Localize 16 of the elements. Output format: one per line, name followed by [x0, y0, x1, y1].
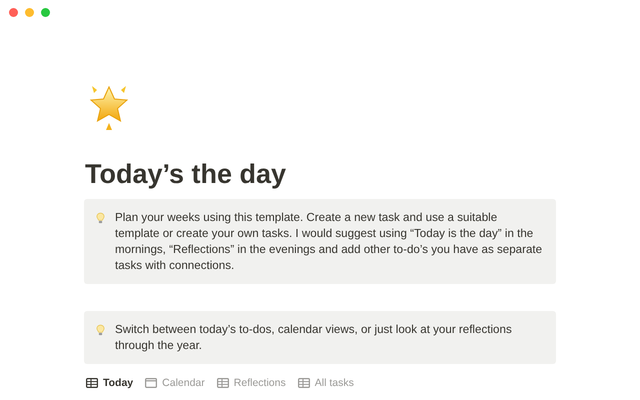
- lightbulb-icon: [96, 324, 105, 337]
- view-tab[interactable]: Today: [84, 374, 136, 392]
- page-title: Today’s the day: [85, 158, 288, 191]
- table-icon: [86, 378, 98, 388]
- calendar-icon: [145, 378, 158, 388]
- table-icon: [216, 378, 229, 388]
- window-button[interactable]: [9, 8, 18, 17]
- callout-text: Plan your weeks using this template. Create a new task and use a suitable template or create your own tasks. I would suggest using “Today is the day” in the mornings, “Reflections” in the evenings and add other to-do’s you have as separate tasks with connections.: [115, 210, 544, 274]
- window-button[interactable]: [25, 8, 34, 17]
- window-button[interactable]: [41, 8, 50, 17]
- lightbulb-icon: [96, 212, 105, 225]
- view-tab[interactable]: All tasks: [296, 374, 356, 392]
- callout-text: Switch between today’s to-dos, calendar views, or just look at your reflections through the year.: [115, 322, 513, 354]
- table-icon: [298, 378, 310, 388]
- view-tab[interactable]: Calendar: [143, 374, 207, 392]
- view-tab[interactable]: Reflections: [214, 374, 288, 392]
